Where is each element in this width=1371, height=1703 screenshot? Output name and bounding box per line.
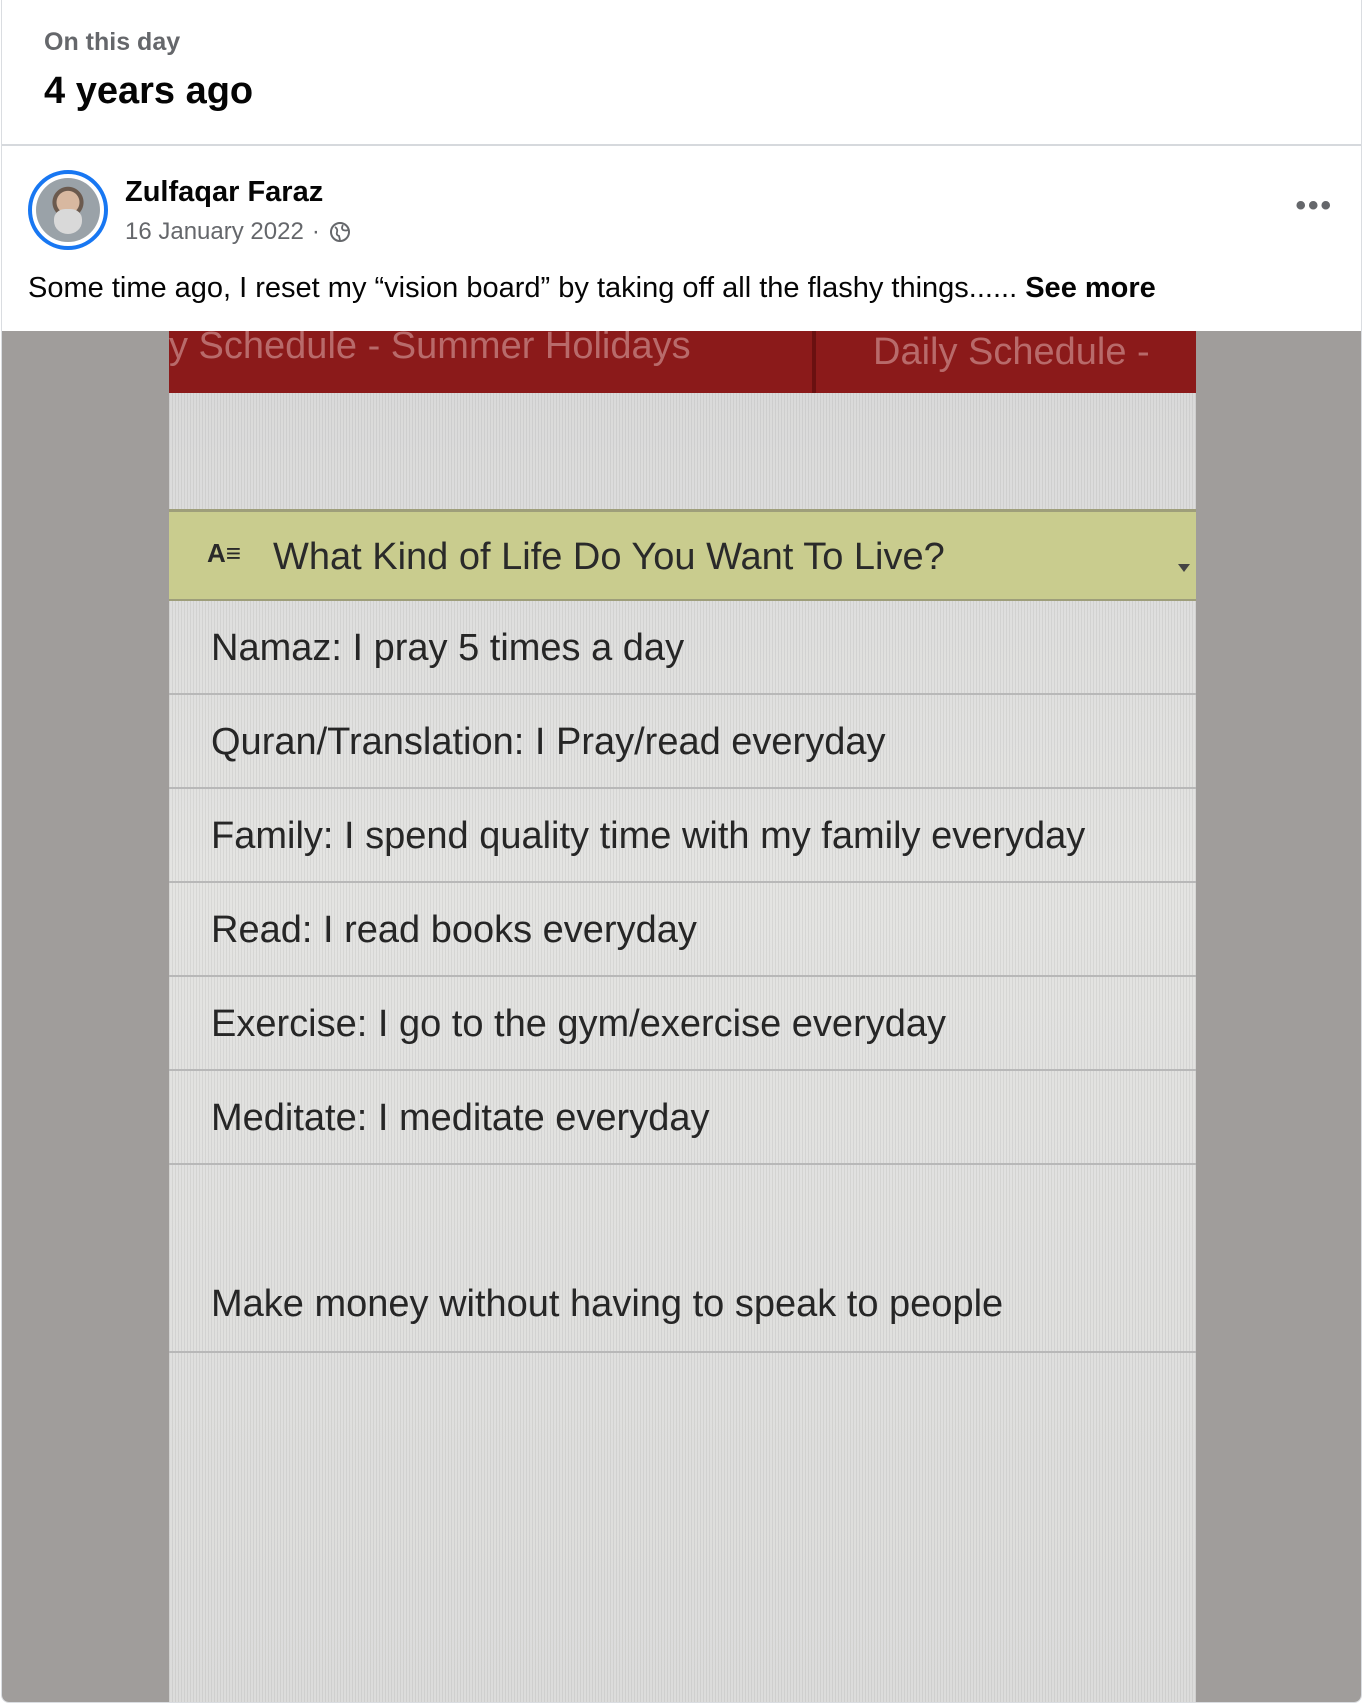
photo-rows: Namaz: I pray 5 times a day Quran/Transl… [169,601,1196,1353]
memory-header: On this day 4 years ago [2,0,1361,146]
avatar[interactable] [28,170,108,250]
meta-separator: · [311,218,320,245]
memory-kicker: On this day [44,28,181,56]
post-body: Some time ago, I reset my “vision board”… [28,272,1018,304]
photo-row-text: Read: I read books everyday [211,909,697,951]
dropdown-arrow-icon [1178,564,1190,572]
post-photo[interactable]: y Schedule - Summer Holidays Daily Sched… [2,331,1361,1702]
author-name[interactable]: Zulfaqar Faraz [125,176,323,209]
photo-tab-bar: y Schedule - Summer Holidays Daily Sched… [169,331,1196,393]
photo-row-text: Family: I spend quality time with my fam… [211,815,1086,857]
more-options-icon[interactable]: ••• [1295,191,1333,221]
text-style-icon: A≡ [207,538,241,568]
photo-row-text: Namaz: I pray 5 times a day [211,627,685,669]
avatar-photo [36,178,100,242]
photo-tab-1: y Schedule - Summer Holidays [169,331,691,367]
photo-heading-row: A≡ What Kind of Life Do You Want To Live… [169,509,1196,601]
photo-row: Meditate: I meditate everyday [169,1071,1196,1165]
post-date[interactable]: 16 January 2022 [125,218,304,246]
photo-row: Quran/Translation: I Pray/read everyday [169,695,1196,789]
memory-card: On this day 4 years ago Zulfaqar Faraz 1… [1,0,1362,1703]
globe-icon[interactable] [328,220,352,244]
post-text: Some time ago, I reset my “vision board”… [28,272,1156,305]
photo-row: Exercise: I go to the gym/exercise every… [169,977,1196,1071]
photo-row-text: Meditate: I meditate everyday [211,1097,710,1139]
photo-screen: y Schedule - Summer Holidays Daily Sched… [169,331,1196,1702]
photo-row-text: Quran/Translation: I Pray/read everyday [211,721,886,763]
photo-row: Namaz: I pray 5 times a day [169,601,1196,695]
photo-tab-divider [812,331,816,393]
post-meta: 16 January 2022 · [125,218,352,246]
photo-tab-2: Daily Schedule - [873,331,1150,373]
photo-heading: What Kind of Life Do You Want To Live? [273,536,945,578]
photo-row: Family: I spend quality time with my fam… [169,789,1196,883]
photo-row: Make money without having to speak to pe… [169,1165,1196,1353]
photo-row: Read: I read books everyday [169,883,1196,977]
photo-row-text: Exercise: I go to the gym/exercise every… [211,1003,946,1045]
photo-row-text: Make money without having to speak to pe… [211,1283,1004,1325]
see-more-link[interactable]: See more [1025,272,1156,304]
memory-title: 4 years ago [44,70,254,112]
